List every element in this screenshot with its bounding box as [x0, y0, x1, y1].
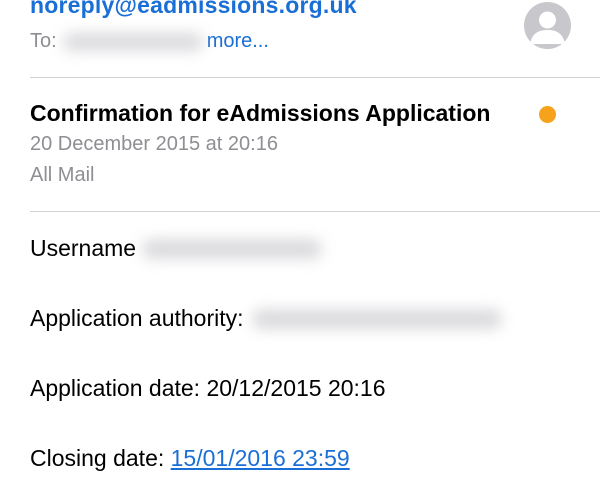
unread-dot-icon[interactable]: [539, 106, 556, 123]
header-divider: [30, 77, 600, 78]
authority-label: Application authority:: [30, 305, 244, 331]
more-recipients-link[interactable]: more...: [207, 30, 269, 53]
sender-avatar[interactable]: [524, 2, 571, 49]
application-date-line: Application date: 20/12/2015 20:16: [30, 375, 386, 401]
recipients-row[interactable]: To: more...: [30, 30, 269, 53]
sender-address[interactable]: noreply@eadmissions.org.uk: [30, 0, 357, 19]
authority-line: Application authority:: [30, 305, 502, 332]
message-subject: Confirmation for eAdmissions Application: [30, 100, 491, 126]
person-silhouette-icon: [530, 11, 565, 44]
redacted-authority: [251, 308, 502, 329]
to-label: To:: [30, 30, 57, 52]
closing-date-label: Closing date:: [30, 445, 171, 471]
mailbox-label: All Mail: [30, 164, 95, 186]
username-line: Username: [30, 235, 323, 262]
username-label: Username: [30, 235, 137, 261]
mail-message-view: noreply@eadmissions.org.uk To: more... C…: [0, 0, 600, 501]
redacted-recipient: [62, 32, 203, 51]
closing-date-line: Closing date: 15/01/2016 23:59: [30, 445, 350, 472]
subject-divider: [30, 211, 600, 212]
closing-date-link[interactable]: 15/01/2016 23:59: [171, 445, 350, 472]
redacted-username: [142, 238, 323, 259]
message-date: 20 December 2015 at 20:16: [30, 133, 278, 155]
